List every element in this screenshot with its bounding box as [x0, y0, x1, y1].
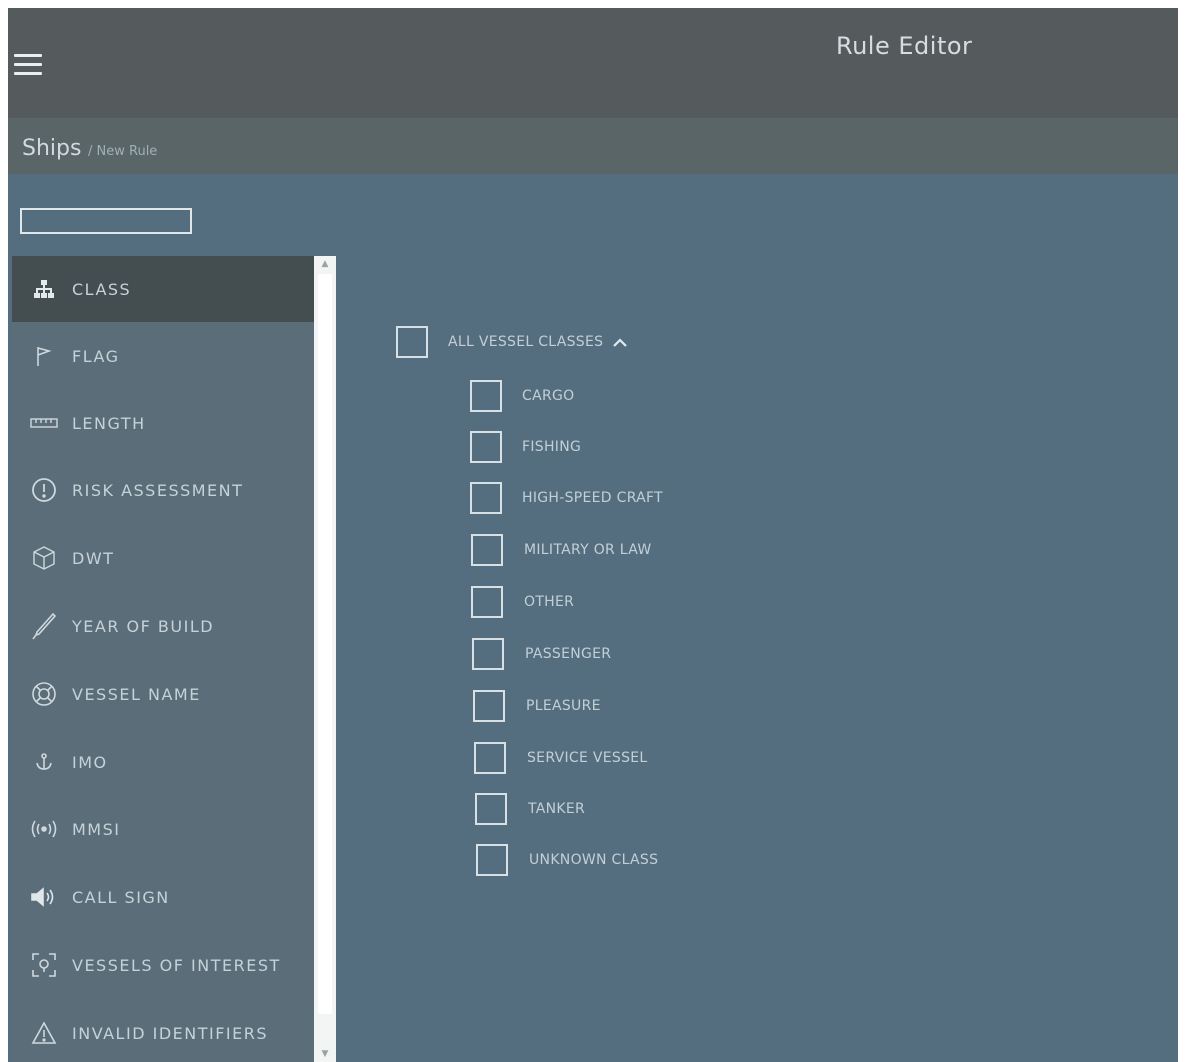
- sidebar-item-call-sign[interactable]: CALL SIGN: [12, 864, 314, 930]
- main-content: CLASS FLAG LENGTH RISK ASSESSMENT DWT YE…: [8, 174, 1178, 1062]
- sidebar-item-label: VESSEL NAME: [72, 685, 201, 704]
- chevron-up-icon[interactable]: [612, 334, 628, 347]
- sidebar-item-label: VESSELS OF INTEREST: [72, 956, 281, 975]
- sidebar-item-vessels-of-interest[interactable]: VESSELS OF INTEREST: [12, 932, 314, 998]
- class-checkbox-military-or-law[interactable]: [471, 534, 503, 566]
- sidebar-item-class[interactable]: CLASS: [12, 256, 314, 322]
- class-label: SERVICE VESSEL: [527, 750, 648, 766]
- sidebar-item-label: CLASS: [72, 280, 132, 299]
- class-checkbox-tanker[interactable]: [475, 793, 507, 825]
- sidebar-item-length[interactable]: LENGTH: [12, 390, 314, 456]
- sidebar-item-vessel-name[interactable]: VESSEL NAME: [12, 661, 314, 727]
- sidebar-item-label: CALL SIGN: [72, 888, 170, 907]
- class-label: MILITARY OR LAW: [524, 542, 652, 558]
- app-window: Rule Editor Ships / New Rule CLASS FLAG …: [8, 8, 1178, 1062]
- top-bar: Rule Editor: [8, 8, 1178, 118]
- sidebar-item-label: DWT: [72, 549, 115, 568]
- anchor-icon: [30, 750, 58, 774]
- class-label: PLEASURE: [526, 698, 601, 714]
- search-input[interactable]: [20, 208, 192, 234]
- class-checkbox-passenger[interactable]: [472, 638, 504, 670]
- hamburger-menu-icon[interactable]: [14, 54, 42, 78]
- sidebar-item-label: LENGTH: [72, 414, 146, 433]
- page-title: Rule Editor: [836, 32, 973, 60]
- breadcrumb-root[interactable]: Ships: [22, 136, 81, 161]
- sidebar-item-dwt[interactable]: DWT: [12, 525, 314, 591]
- all-vessel-classes-checkbox[interactable]: [396, 326, 428, 358]
- sidebar-item-imo[interactable]: IMO: [12, 729, 314, 795]
- hierarchy-icon: [30, 277, 58, 301]
- breadcrumb-current: / New Rule: [88, 144, 158, 159]
- class-filter-panel: ALL VESSEL CLASSES CARGO FISHING HIGH-SP…: [338, 174, 1178, 1062]
- class-label: FISHING: [522, 439, 582, 455]
- scrollbar-thumb[interactable]: [318, 274, 332, 1014]
- class-checkbox-fishing[interactable]: [470, 431, 502, 463]
- class-checkbox-unknown-class[interactable]: [476, 844, 508, 876]
- sidebar-item-label: FLAG: [72, 347, 120, 366]
- class-checkbox-cargo[interactable]: [470, 380, 502, 412]
- lifebuoy-icon: [30, 682, 58, 706]
- class-label: HIGH-SPEED CRAFT: [522, 490, 664, 506]
- class-checkbox-high-speed-craft[interactable]: [470, 482, 502, 514]
- scroll-up-icon[interactable]: ▲: [314, 256, 336, 272]
- class-label: CARGO: [522, 388, 575, 404]
- scroll-down-icon[interactable]: ▼: [314, 1046, 336, 1062]
- ruler-icon: [30, 411, 58, 435]
- sidebar-item-flag[interactable]: FLAG: [12, 323, 314, 389]
- sidebar-item-label: INVALID IDENTIFIERS: [72, 1024, 269, 1043]
- class-label: OTHER: [524, 594, 575, 610]
- sidebar-item-label: MMSI: [72, 820, 121, 839]
- pen-icon: [30, 612, 58, 640]
- sidebar-item-label: YEAR OF BUILD: [72, 617, 215, 636]
- sidebar-item-mmsi[interactable]: MMSI: [12, 796, 314, 862]
- alert-circle-icon: [30, 478, 58, 502]
- flag-icon: [30, 344, 58, 368]
- sidebar: CLASS FLAG LENGTH RISK ASSESSMENT DWT YE…: [12, 256, 314, 1062]
- sidebar-item-year-of-build[interactable]: YEAR OF BUILD: [12, 593, 314, 659]
- target-icon: [30, 953, 58, 977]
- class-checkbox-other[interactable]: [471, 586, 503, 618]
- breadcrumb: Ships / New Rule: [8, 118, 1178, 174]
- warning-icon: [30, 1021, 58, 1045]
- class-checkbox-service-vessel[interactable]: [474, 742, 506, 774]
- speaker-icon: [30, 885, 58, 909]
- class-label: UNKNOWN CLASS: [529, 852, 659, 868]
- class-label: TANKER: [528, 801, 586, 817]
- sidebar-scrollbar[interactable]: ▲ ▼: [314, 256, 336, 1062]
- sidebar-item-label: RISK ASSESSMENT: [72, 481, 244, 500]
- broadcast-icon: [30, 817, 58, 841]
- sidebar-item-label: IMO: [72, 753, 108, 772]
- cube-icon: [30, 546, 58, 570]
- class-label: PASSENGER: [525, 646, 612, 662]
- all-vessel-classes-label: ALL VESSEL CLASSES: [448, 334, 604, 350]
- class-checkbox-pleasure[interactable]: [473, 690, 505, 722]
- sidebar-item-risk-assessment[interactable]: RISK ASSESSMENT: [12, 457, 314, 523]
- sidebar-item-invalid-identifiers[interactable]: INVALID IDENTIFIERS: [12, 1000, 314, 1062]
